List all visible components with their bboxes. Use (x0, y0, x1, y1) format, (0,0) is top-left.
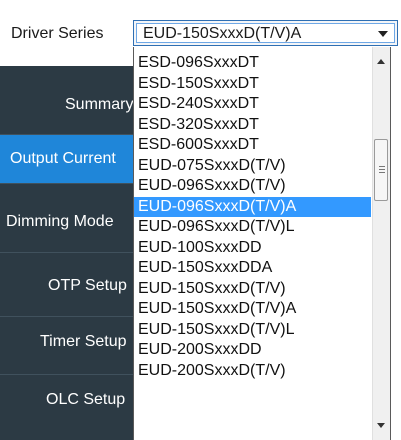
grip-icon (379, 169, 385, 170)
grip-icon (379, 166, 385, 167)
dropdown-option[interactable]: EUD-150SxxxD(T/V)L (134, 320, 371, 341)
sidebar-item-label: Output Current (10, 150, 116, 167)
sidebar-item-timer-setup[interactable]: Timer Setup (0, 321, 140, 363)
driver-series-combobox[interactable]: EUD-150SxxxD(T/V)A (133, 20, 398, 46)
dropdown-option[interactable]: EUD-200SxxxD(T/V) (134, 361, 371, 382)
combobox-field[interactable]: EUD-150SxxxD(T/V)A (136, 23, 395, 43)
dropdown-option[interactable]: EUD-150SxxxD(T/V)A (134, 299, 371, 320)
dropdown-option[interactable]: ESD-096SxxxDT (134, 53, 371, 74)
dropdown-option[interactable]: ESD-600SxxxDT (134, 135, 371, 156)
sidebar-divider (0, 183, 140, 184)
sidebar-item-output-current[interactable]: Output Current (0, 135, 140, 183)
chevron-down-icon[interactable] (378, 31, 388, 37)
dropdown-option[interactable]: ESD-240SxxxDT (134, 94, 371, 115)
sidebar-divider (0, 374, 140, 375)
grip-icon (379, 172, 385, 173)
scroll-down-arrow-icon[interactable] (377, 423, 385, 428)
combobox-selected-value: EUD-150SxxxD(T/V)A (143, 25, 302, 42)
scrollbar-thumb[interactable] (374, 139, 388, 201)
dropdown-option[interactable]: EUD-200SxxxDD (134, 340, 371, 361)
sidebar: Summary Output Current Dimming Mode OTP … (0, 66, 140, 440)
dropdown-scrollbar[interactable] (372, 47, 390, 440)
dropdown-option[interactable]: EUD-150SxxxD(T/V) (134, 279, 371, 300)
driver-series-label: Driver Series (11, 25, 104, 42)
sidebar-item-olc-setup[interactable]: OLC Setup (0, 379, 140, 421)
dropdown-options: ESD-096SxxxDT ESD-150SxxxDT ESD-240SxxxD… (134, 53, 371, 381)
sidebar-item-label: OLC Setup (46, 391, 126, 408)
sidebar-item-label: OTP Setup (48, 277, 127, 294)
sidebar-item-summary[interactable]: Summary (0, 84, 140, 126)
sidebar-divider (0, 316, 140, 317)
dropdown-option[interactable]: ESD-320SxxxDT (134, 115, 371, 136)
scroll-up-arrow-icon[interactable] (377, 59, 385, 64)
driver-series-dropdown-list[interactable]: ESD-096SxxxDT ESD-150SxxxDT ESD-240SxxxD… (133, 47, 391, 440)
dropdown-option[interactable]: EUD-096SxxxD(T/V)L (134, 217, 371, 238)
dropdown-option[interactable]: EUD-075SxxxD(T/V) (134, 156, 371, 177)
dropdown-option-highlighted[interactable]: EUD-096SxxxD(T/V)A (134, 196, 371, 217)
sidebar-divider (0, 252, 140, 253)
dropdown-option[interactable]: ESD-150SxxxDT (134, 74, 371, 95)
sidebar-item-label: Dimming Mode (6, 213, 114, 230)
dropdown-option[interactable]: EUD-096SxxxD(T/V) (134, 176, 371, 197)
sidebar-item-dimming-mode[interactable]: Dimming Mode (0, 201, 140, 243)
dropdown-option[interactable]: EUD-100SxxxDD (134, 238, 371, 259)
sidebar-item-label: Summary (65, 96, 134, 113)
dropdown-option[interactable]: EUD-150SxxxDDA (134, 258, 371, 279)
sidebar-item-label: Timer Setup (40, 333, 127, 350)
sidebar-item-otp-setup[interactable]: OTP Setup (0, 265, 140, 307)
